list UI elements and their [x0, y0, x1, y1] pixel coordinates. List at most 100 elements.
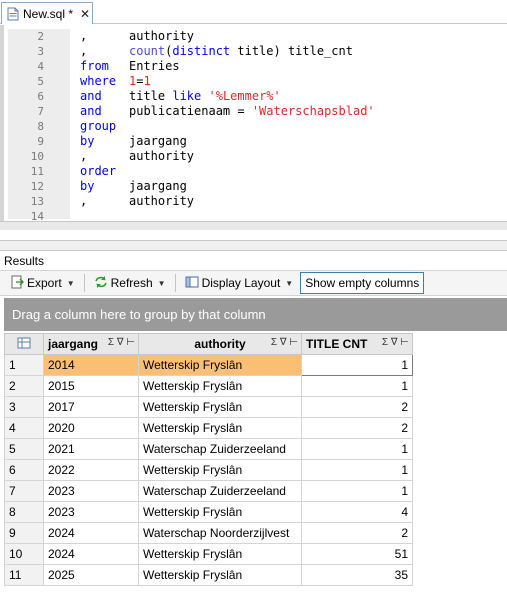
table-row[interactable]: 7 2023 Waterschap Zuiderzeeland 1 [4, 480, 413, 502]
cell-title-cnt[interactable]: 1 [301, 354, 413, 376]
cell-jaargang[interactable]: 2014 [43, 354, 139, 376]
column-header-label: TITLE CNT [306, 337, 368, 351]
cell-authority[interactable]: Wetterskip Fryslân [138, 375, 302, 397]
chevron-down-icon[interactable]: ▼ [285, 279, 293, 288]
cell-authority[interactable]: Wetterskip Fryslân [138, 396, 302, 418]
cell-authority[interactable]: Wetterskip Fryslân [138, 543, 302, 565]
row-number[interactable]: 11 [4, 564, 44, 586]
line-number: 3 [37, 45, 44, 58]
show-empty-columns-toggle[interactable]: Show empty columns [300, 272, 425, 294]
cell-title-cnt[interactable]: 35 [301, 564, 413, 586]
cell-jaargang[interactable]: 2023 [43, 480, 139, 502]
table-row[interactable]: 5 2021 Waterschap Zuiderzeeland 1 [4, 438, 413, 460]
row-number[interactable]: 6 [4, 459, 44, 481]
column-chooser-icon[interactable] [17, 337, 31, 352]
layout-icon [185, 275, 199, 292]
display-layout-label: Display Layout [201, 276, 281, 290]
cell-authority[interactable]: Waterschap Zuiderzeeland [138, 438, 302, 460]
column-header-icons[interactable]: Σ ∇ ⊢ [382, 337, 409, 348]
cell-title-cnt[interactable]: 2 [301, 522, 413, 544]
cell-title-cnt[interactable]: 1 [301, 375, 413, 397]
cell-jaargang[interactable]: 2017 [43, 396, 139, 418]
code-token-a: and [80, 104, 102, 118]
cell-authority[interactable]: Wetterskip Fryslân [138, 501, 302, 523]
display-layout-button[interactable]: Display Layout ▼ [181, 272, 298, 294]
code-token-a: , [80, 29, 88, 43]
row-number[interactable]: 8 [4, 501, 44, 523]
cell-authority[interactable]: Waterschap Zuiderzeeland [138, 480, 302, 502]
grid-header-row: jaargang Σ ∇ ⊢ authority Σ ∇ ⊢ TITLE CNT… [4, 333, 413, 355]
code-token-a: group [80, 119, 117, 133]
code-area[interactable]: 2, authority 3, count(distinct title) title… [31, 29, 507, 223]
code-token-b: jaargang [129, 134, 187, 148]
cell-jaargang[interactable]: 2020 [43, 417, 139, 439]
results-grid[interactable]: jaargang Σ ∇ ⊢ authority Σ ∇ ⊢ TITLE CNT… [4, 333, 413, 586]
cell-title-cnt[interactable]: 4 [301, 501, 413, 523]
line-number: 8 [37, 120, 44, 133]
sql-editor[interactable]: 2, authority 3, count(distinct title) title… [0, 25, 507, 223]
export-button[interactable]: Export ▼ [6, 272, 79, 294]
table-row[interactable]: 3 2017 Wetterskip Fryslân 2 [4, 396, 413, 418]
column-header-icons[interactable]: Σ ∇ ⊢ [108, 337, 135, 348]
row-number[interactable]: 3 [4, 396, 44, 418]
row-number[interactable]: 5 [4, 438, 44, 460]
line-number: 7 [37, 105, 44, 118]
cell-title-cnt[interactable]: 2 [301, 396, 413, 418]
row-number[interactable]: 9 [4, 522, 44, 544]
group-by-panel[interactable]: Drag a column here to group by that colu… [4, 298, 507, 331]
row-number[interactable]: 1 [4, 354, 44, 376]
cell-title-cnt[interactable]: 2 [301, 417, 413, 439]
code-token-a: by [80, 179, 95, 193]
table-row[interactable]: 4 2020 Wetterskip Fryslân 2 [4, 417, 413, 439]
grid-corner[interactable] [4, 333, 44, 355]
cell-jaargang[interactable]: 2021 [43, 438, 139, 460]
cell-authority[interactable]: Waterschap Noorderzijlvest [138, 522, 302, 544]
table-row[interactable]: 2 2015 Wetterskip Fryslân 1 [4, 375, 413, 397]
cell-title-cnt[interactable]: 1 [301, 438, 413, 460]
column-header-authority[interactable]: authority Σ ∇ ⊢ [138, 333, 302, 355]
toolbar-separator [174, 274, 176, 292]
column-header-title-cnt[interactable]: TITLE CNT Σ ∇ ⊢ [301, 333, 413, 355]
cell-jaargang[interactable]: 2024 [43, 522, 139, 544]
tab-new-sql[interactable]: New.sql * ✕ [1, 2, 93, 24]
cell-jaargang[interactable]: 2025 [43, 564, 139, 586]
code-token-b: Entries [129, 59, 180, 73]
code-token-b: jaargang [129, 179, 187, 193]
cell-authority[interactable]: Wetterskip Fryslân [138, 354, 302, 376]
cell-authority[interactable]: Wetterskip Fryslân [138, 459, 302, 481]
results-title: Results [4, 254, 45, 268]
table-row[interactable]: 11 2025 Wetterskip Fryslân 35 [4, 564, 413, 586]
sql-file-icon [7, 7, 19, 21]
line-number: 11 [30, 165, 44, 178]
table-row[interactable]: 10 2024 Wetterskip Fryslân 51 [4, 543, 413, 565]
table-row[interactable]: 8 2023 Wetterskip Fryslân 4 [4, 501, 413, 523]
cell-authority[interactable]: Wetterskip Fryslân [138, 564, 302, 586]
table-row[interactable]: 1 2014 Wetterskip Fryslân 1 [4, 354, 413, 376]
chevron-down-icon[interactable]: ▼ [158, 279, 166, 288]
row-number[interactable]: 10 [4, 543, 44, 565]
refresh-button[interactable]: Refresh ▼ [90, 272, 170, 294]
cell-title-cnt[interactable]: 1 [301, 459, 413, 481]
panel-splitter[interactable] [0, 240, 507, 251]
cell-jaargang[interactable]: 2022 [43, 459, 139, 481]
row-number[interactable]: 7 [4, 480, 44, 502]
cell-jaargang[interactable]: 2023 [43, 501, 139, 523]
close-icon[interactable]: ✕ [80, 7, 90, 21]
tab-label: New.sql * [23, 6, 74, 21]
column-header-icons[interactable]: Σ ∇ ⊢ [271, 337, 298, 348]
cell-jaargang[interactable]: 2015 [43, 375, 139, 397]
row-number[interactable]: 2 [4, 375, 44, 397]
export-label: Export [27, 276, 62, 290]
cell-jaargang[interactable]: 2024 [43, 543, 139, 565]
row-number[interactable]: 4 [4, 417, 44, 439]
chevron-down-icon[interactable]: ▼ [67, 279, 75, 288]
table-row[interactable]: 6 2022 Wetterskip Fryslân 1 [4, 459, 413, 481]
cell-authority[interactable]: Wetterskip Fryslân [138, 417, 302, 439]
cell-title-cnt[interactable]: 1 [301, 480, 413, 502]
line-number: 10 [30, 150, 44, 163]
column-header-jaargang[interactable]: jaargang Σ ∇ ⊢ [43, 333, 139, 355]
editor-horizontal-scrollbar[interactable] [0, 221, 507, 230]
cell-title-cnt[interactable]: 51 [301, 543, 413, 565]
table-row[interactable]: 9 2024 Waterschap Noorderzijlvest 2 [4, 522, 413, 544]
code-token-b: count(distinct title) title_cnt [129, 44, 353, 58]
